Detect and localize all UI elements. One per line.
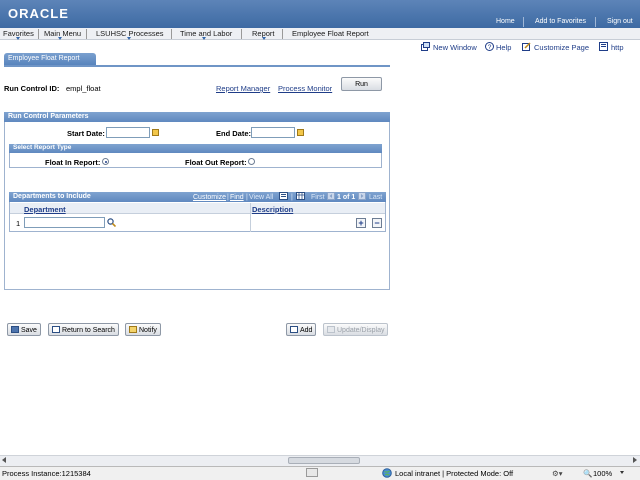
grid-view-icon[interactable] <box>296 192 305 200</box>
save-button[interactable]: Save <box>7 323 41 336</box>
save-label: Save <box>21 327 37 334</box>
globe-icon <box>382 468 392 478</box>
lookup-search-icon[interactable] <box>107 218 116 227</box>
zoom-dropdown-icon[interactable] <box>620 471 624 474</box>
tab-underline <box>4 65 390 67</box>
zoom-icon: 🔍 <box>583 469 593 478</box>
home-link[interactable]: Home <box>496 18 515 25</box>
run-control-label: Run Control ID: <box>4 84 60 93</box>
grid-header-row <box>10 203 385 214</box>
header-separator <box>523 17 524 27</box>
previous-row-icon <box>327 192 335 200</box>
status-bar <box>0 466 640 480</box>
add-row-button[interactable]: + <box>356 218 366 228</box>
customize-page-link[interactable]: Customize Page <box>534 43 589 52</box>
report-manager-link[interactable]: Report Manager <box>216 84 270 93</box>
chevron-down-icon <box>58 37 62 40</box>
process-monitor-link[interactable]: Process Monitor <box>278 84 332 93</box>
group-title: Run Control Parameters <box>4 112 390 122</box>
nav-separator <box>241 29 242 39</box>
return-icon <box>52 326 60 333</box>
grid-find-link[interactable]: Find <box>230 194 244 201</box>
download-grid-icon[interactable] <box>279 192 288 200</box>
svg-text:?: ? <box>488 44 492 51</box>
department-column-header[interactable]: Department <box>24 205 66 214</box>
department-input[interactable] <box>24 217 105 228</box>
return-to-search-button[interactable]: Return to Search <box>48 323 119 336</box>
update-display-button[interactable]: Update/Display <box>323 323 389 336</box>
end-date-label: End Date: <box>216 129 252 138</box>
end-date-input[interactable] <box>251 127 295 138</box>
report-type-title: Select Report Type <box>9 144 382 153</box>
nav-separator <box>282 29 283 39</box>
grid-view-all: View All <box>249 194 274 201</box>
column-divider <box>250 203 251 232</box>
grid-pager: 1 of 1 <box>337 194 356 201</box>
protected-mode-icon[interactable]: ⚙▾ <box>552 469 563 478</box>
scrollbar-thumb[interactable] <box>288 457 360 464</box>
help-icon: ? <box>485 42 494 51</box>
chevron-down-icon <box>127 37 131 40</box>
float-out-radio[interactable] <box>248 158 255 165</box>
notify-label: Notify <box>139 327 157 334</box>
header-separator <box>595 17 596 27</box>
start-date-input[interactable] <box>106 127 150 138</box>
update-icon <box>327 326 335 333</box>
nav-separator <box>38 29 39 39</box>
float-in-label: Float In Report: <box>45 158 101 167</box>
process-instance-text: Process Instance:1215384 <box>2 469 91 478</box>
help-link[interactable]: Help <box>496 43 511 52</box>
http-link[interactable]: http <box>611 43 624 52</box>
add-label: Add <box>300 327 313 334</box>
browser-window: ORACLE Home Add to Favorites Sign out Fa… <box>0 0 640 480</box>
float-out-label: Float Out Report: <box>185 158 247 167</box>
grid-customize-link[interactable]: Customize <box>193 194 226 201</box>
customize-page-icon <box>522 42 531 51</box>
return-to-search-label: Return to Search <box>62 327 115 334</box>
zoom-level[interactable]: 100% <box>593 469 612 478</box>
grid-separator: | <box>227 194 229 201</box>
start-date-label: Start Date: <box>67 129 105 138</box>
sign-out-link[interactable]: Sign out <box>607 18 633 25</box>
delete-row-button[interactable]: − <box>372 218 382 228</box>
float-in-radio[interactable] <box>102 158 109 165</box>
grid-first: First <box>311 194 325 201</box>
notify-button[interactable]: Notify <box>125 323 161 336</box>
grid-separator: | <box>246 194 248 201</box>
calendar-icon[interactable] <box>297 129 304 136</box>
security-zone-text: Local intranet | Protected Mode: Off <box>395 469 514 478</box>
chevron-down-icon <box>202 37 206 40</box>
add-button[interactable]: Add <box>286 323 317 336</box>
new-window-icon <box>421 42 430 51</box>
row-number: 1 <box>16 219 21 228</box>
grid-last: Last <box>369 194 383 201</box>
http-icon <box>599 42 608 51</box>
next-row-icon <box>358 192 366 200</box>
scroll-left-icon[interactable] <box>2 457 6 463</box>
new-window-link[interactable]: New Window <box>433 43 477 52</box>
nav-current-page: Employee Float Report <box>292 29 369 38</box>
update-display-label: Update/Display <box>337 327 385 334</box>
save-icon <box>11 326 19 333</box>
status-panel-icon <box>306 468 318 477</box>
run-control-value: empl_float <box>66 84 101 93</box>
add-to-favorites-link[interactable]: Add to Favorites <box>535 18 586 25</box>
calendar-icon[interactable] <box>152 129 159 136</box>
nav-separator <box>171 29 172 39</box>
page-tab[interactable]: Employee Float Report <box>4 53 96 65</box>
description-column-header[interactable]: Description <box>252 205 293 214</box>
scroll-right-icon[interactable] <box>633 457 637 463</box>
add-icon <box>290 326 298 333</box>
nav-time-and-labor[interactable]: Time and Labor <box>180 29 232 38</box>
envelope-icon <box>129 326 137 333</box>
nav-separator <box>86 29 87 39</box>
chevron-down-icon <box>16 37 20 40</box>
run-button[interactable]: Run <box>341 77 382 91</box>
grid-separator: | <box>291 194 293 201</box>
chevron-down-icon <box>262 37 266 40</box>
nav-main-menu[interactable]: Main Menu <box>44 29 81 38</box>
oracle-logo: ORACLE <box>8 6 69 21</box>
